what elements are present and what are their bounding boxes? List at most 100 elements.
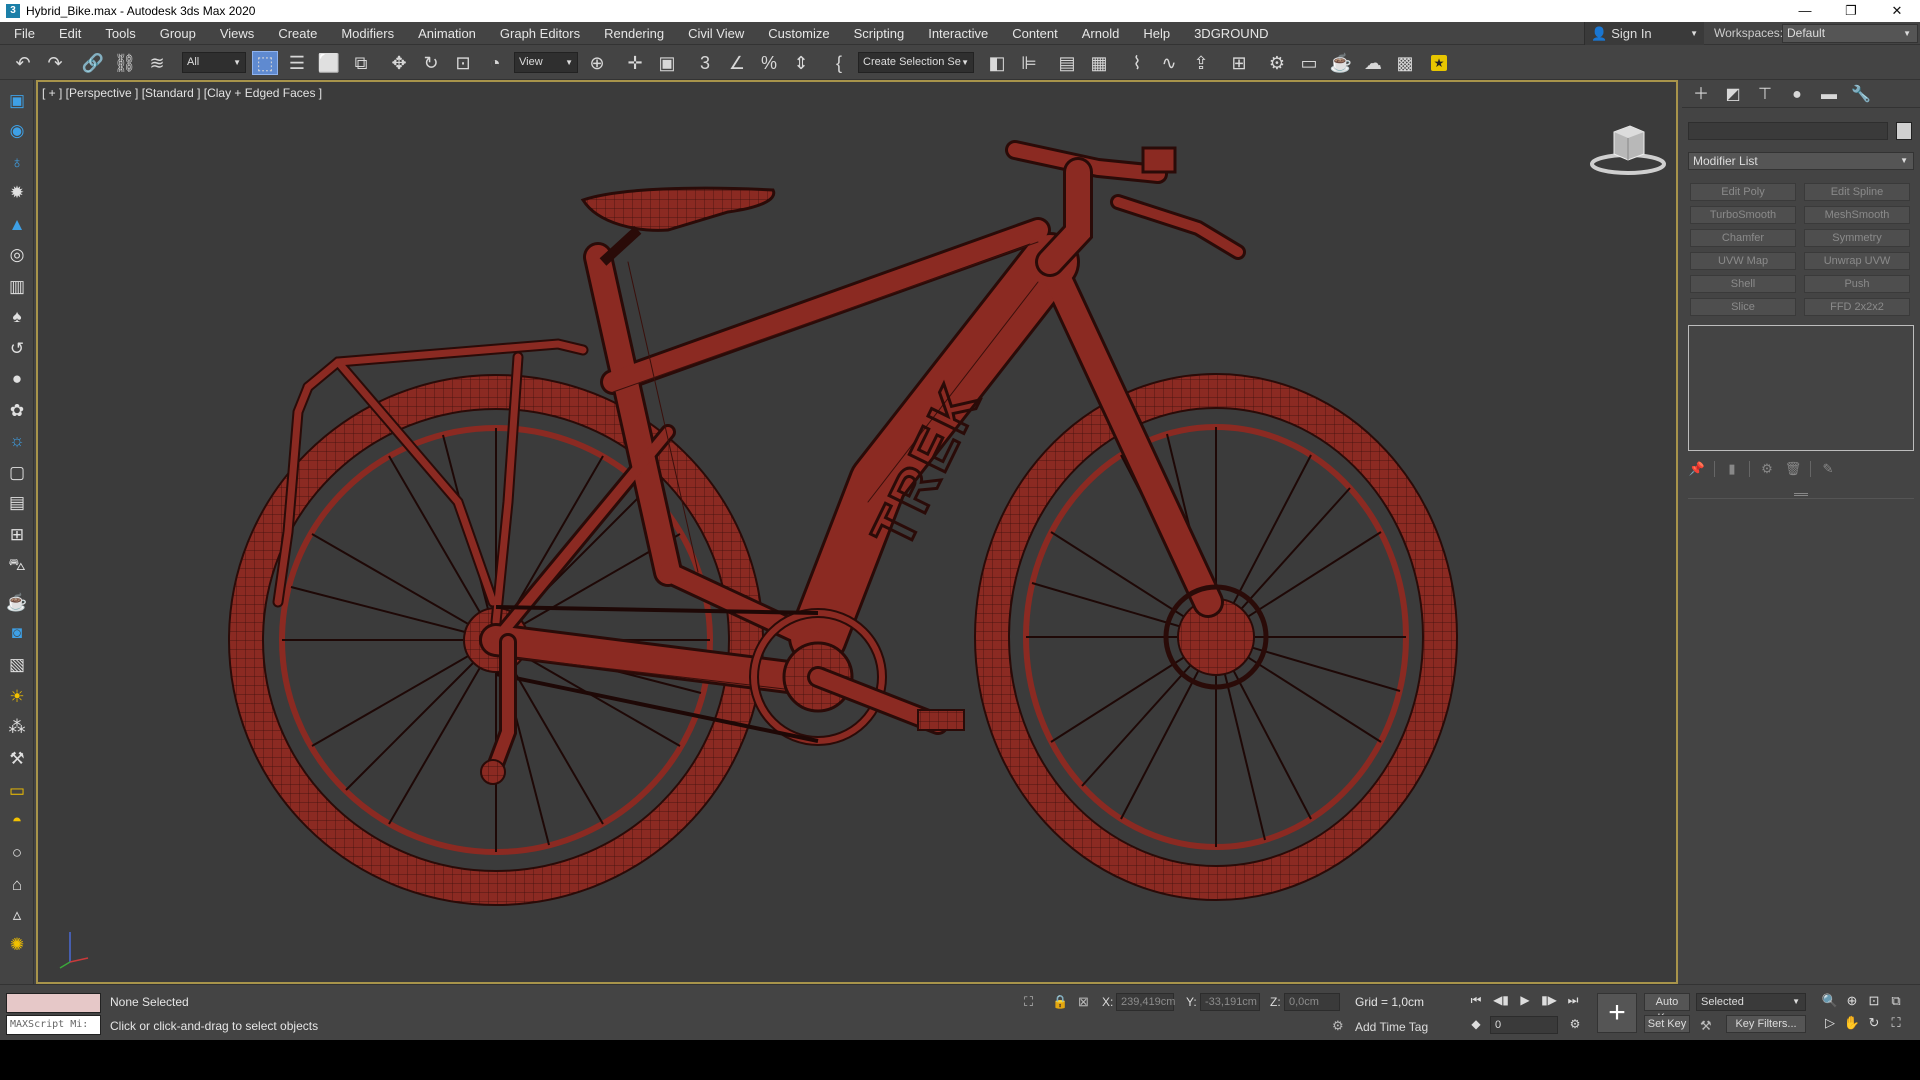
utilities-tab-icon[interactable]: 🔧 [1850, 84, 1872, 106]
key-mode-dropdown[interactable]: Selected ▼ [1696, 993, 1806, 1011]
menu-tools[interactable]: Tools [93, 22, 147, 45]
menu-rendering[interactable]: Rendering [592, 22, 676, 45]
create-camera-icon[interactable]: ▣ [4, 88, 30, 114]
material-editor-icon[interactable]: ⊞ [1226, 51, 1252, 75]
camera-icon[interactable]: ◉ [4, 118, 30, 144]
bind-spacewarp-icon[interactable]: ≋ [144, 51, 170, 75]
modifier-chamfer-button[interactable]: Chamfer [1690, 229, 1796, 247]
orbit-icon[interactable]: ↻ [1864, 1015, 1884, 1031]
close-button[interactable]: ✕ [1874, 0, 1920, 22]
circle-icon[interactable]: ○ [4, 840, 30, 866]
panel-icon[interactable]: ▥ [4, 274, 30, 300]
car-icon[interactable]: ⛍ [4, 552, 30, 578]
maxscript-mini-listener[interactable]: MAXScript Mi: [6, 1015, 101, 1035]
modifier-ffd-button[interactable]: FFD 2x2x2 [1804, 298, 1910, 316]
viewcube-icon[interactable] [1588, 120, 1668, 180]
time-config-icon[interactable]: ⚙ [1565, 1017, 1585, 1031]
viewport-layout-icon[interactable]: ▩ [1392, 51, 1418, 75]
prev-frame-icon[interactable]: ◀▮ [1491, 993, 1511, 1007]
absolute-mode-icon[interactable]: ⊠ [1078, 994, 1089, 1010]
menu-edit[interactable]: Edit [47, 22, 93, 45]
capture-icon[interactable]: ◙ [4, 620, 30, 646]
scale-icon[interactable]: ⊡ [450, 51, 476, 75]
modifier-edit-spline-button[interactable]: Edit Spline [1804, 183, 1910, 201]
render-setup-icon[interactable]: ⚙ [1264, 51, 1290, 75]
menu-3dground[interactable]: 3DGROUND [1182, 22, 1280, 45]
key-filter-icon[interactable]: ⚒ [1700, 1018, 1712, 1034]
zoom-extents-all-icon[interactable]: ⧉ [1886, 993, 1906, 1009]
menu-arnold[interactable]: Arnold [1070, 22, 1132, 45]
render-cloud-icon[interactable]: ☁ [1360, 51, 1386, 75]
make-unique-icon[interactable]: ⚙ [1758, 460, 1776, 478]
tree-icon[interactable]: ♠ [4, 304, 30, 330]
refresh-icon[interactable]: ↺ [4, 336, 30, 362]
next-frame-icon[interactable]: ▮▶ [1539, 993, 1559, 1007]
motion-tab-icon[interactable]: ● [1786, 84, 1808, 106]
render-icon[interactable]: ☕ [1328, 51, 1354, 75]
menu-animation[interactable]: Animation [406, 22, 488, 45]
light-list-icon[interactable]: ☀ [4, 684, 30, 710]
window-crossing-icon[interactable]: ⧉ [348, 51, 374, 75]
skylight-icon[interactable]: ✺ [4, 932, 30, 958]
pan-icon[interactable]: ✋ [1842, 1015, 1862, 1031]
bulb-icon[interactable]: ☼ [4, 428, 30, 454]
current-frame-field[interactable]: 0 [1490, 1016, 1558, 1034]
spotlight-icon[interactable]: ▲ [4, 212, 30, 238]
percent-snap-icon[interactable]: % [756, 51, 782, 75]
menu-views[interactable]: Views [208, 22, 266, 45]
group-icon[interactable]: ⁂ [4, 714, 30, 740]
move-icon[interactable]: ✥ [386, 51, 412, 75]
grid-icon[interactable]: ⊞ [4, 522, 30, 548]
selection-filter-dropdown[interactable]: All ▼ [182, 52, 246, 73]
set-keys-icon[interactable]: + [1597, 993, 1637, 1033]
redo-icon[interactable]: ↷ [42, 51, 68, 75]
teapot-icon[interactable]: ☕ [4, 590, 30, 616]
spinner-snap-icon[interactable]: ⇕ [788, 51, 814, 75]
menu-group[interactable]: Group [148, 22, 208, 45]
minimize-button[interactable]: — [1782, 0, 1828, 22]
align-icon[interactable]: ⊫ [1016, 51, 1042, 75]
key-filters-button[interactable]: Key Filters... [1726, 1015, 1806, 1033]
snap-3d-icon[interactable]: 3 [692, 51, 718, 75]
ribbon-icon[interactable]: ▦ [1086, 51, 1112, 75]
basket-icon[interactable]: ⌂ [4, 872, 30, 898]
modifier-edit-poly-button[interactable]: Edit Poly [1690, 183, 1796, 201]
menu-modifiers[interactable]: Modifiers [329, 22, 406, 45]
maxscript-listener-output[interactable] [6, 993, 101, 1013]
object-name-field[interactable] [1688, 122, 1888, 140]
curve-editor-icon[interactable]: ⌇ [1124, 51, 1150, 75]
remove-modifier-icon[interactable]: 🗑 [1784, 460, 1802, 478]
dome-icon[interactable]: ◓ [4, 808, 30, 834]
front-wheel[interactable] [974, 373, 1458, 901]
sign-in-button[interactable]: 👤 Sign In ▼ [1584, 22, 1704, 45]
3dground-icon[interactable]: ★ [1426, 51, 1452, 75]
sphere-icon[interactable]: ● [4, 366, 30, 392]
modifier-symmetry-button[interactable]: Symmetry [1804, 229, 1910, 247]
hierarchy-tab-icon[interactable]: ⊤ [1754, 84, 1776, 106]
mirror-icon[interactable]: ◧ [984, 51, 1010, 75]
x-coord-field[interactable]: 239,419cm [1116, 993, 1175, 1011]
modifier-shell-button[interactable]: Shell [1690, 275, 1796, 293]
snap-icon[interactable]: ▣ [654, 51, 680, 75]
y-coord-field[interactable]: -33,191cm [1200, 993, 1260, 1011]
schematic-icon[interactable]: ∿ [1156, 51, 1182, 75]
named-sets-icon[interactable]: { [826, 51, 852, 75]
time-tag-icon[interactable]: ⚙ [1332, 1018, 1344, 1034]
rect-region-icon[interactable]: ⬜ [316, 51, 342, 75]
show-end-result-icon[interactable]: ▮ [1723, 460, 1741, 478]
auto-key-button[interactable]: Auto Key [1644, 993, 1690, 1024]
field-of-view-icon[interactable]: ▷ [1820, 1015, 1840, 1031]
isolate-icon[interactable]: ⛶ [1024, 994, 1033, 1010]
modifier-stack[interactable] [1688, 325, 1914, 451]
rendered-frame-icon[interactable]: ▭ [1296, 51, 1322, 75]
goto-end-icon[interactable]: ⏭ [1563, 993, 1583, 1008]
selection-set-dropdown[interactable]: Create Selection Se ▼ [858, 52, 974, 73]
object-color-swatch[interactable] [1896, 122, 1912, 140]
z-coord-field[interactable]: 0,0cm [1284, 993, 1340, 1011]
ref-coord-dropdown[interactable]: View ▼ [514, 52, 578, 73]
angle-snap-icon[interactable]: ∠ [724, 51, 750, 75]
maximize-button[interactable]: ❐ [1828, 0, 1874, 22]
undo-icon[interactable]: ↶ [10, 51, 36, 75]
play-icon[interactable]: ▶ [1515, 993, 1535, 1007]
dope-sheet-icon[interactable]: ⇪ [1188, 51, 1214, 75]
